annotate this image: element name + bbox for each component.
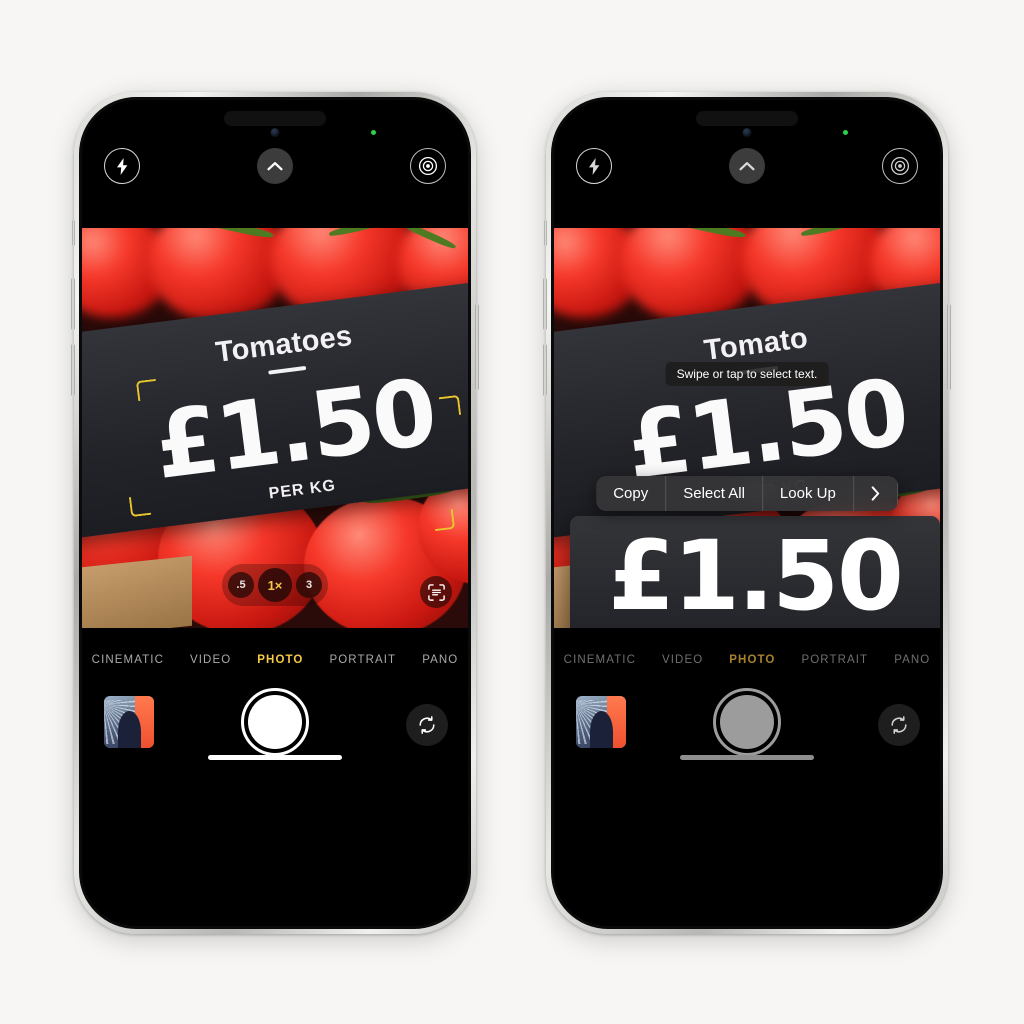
camera-in-use-indicator — [371, 130, 376, 135]
camera-flip-icon — [891, 716, 907, 734]
camera-viewfinder-left[interactable]: Tomatoes £1.50 PER KG .5 1× 3 — [82, 228, 468, 628]
camera-mode-selector-right[interactable]: CINEMATIC VIDEO PHOTO PORTRAIT PANO — [554, 645, 940, 675]
chevron-up-icon — [739, 162, 755, 171]
zoom-button-0_5[interactable]: .5 — [228, 572, 254, 598]
live-text-target-icon — [418, 156, 438, 176]
zoom-button-3x[interactable]: 3 — [296, 572, 322, 598]
screenshot-stage: Tomatoes £1.50 PER KG .5 1× 3 CINEMATIC … — [0, 0, 1024, 1024]
camera-top-bar — [554, 148, 940, 194]
live-text-scan-icon — [427, 583, 445, 601]
zoom-button-1x[interactable]: 1× — [258, 568, 292, 602]
mode-portrait[interactable]: PORTRAIT — [788, 654, 881, 666]
text-magnifier-loupe: £1.50 — [570, 516, 940, 628]
camera-top-bar — [82, 148, 468, 194]
camera-options-chevron-button[interactable] — [257, 148, 293, 184]
volume-down-button[interactable] — [71, 344, 75, 396]
photo-library-thumbnail[interactable] — [576, 696, 626, 748]
camera-flip-icon — [419, 716, 435, 734]
phone-screen-right: Tomato £1.50 PER KG Swipe or tap to sele… — [554, 100, 940, 926]
camera-viewfinder-right[interactable]: Tomato £1.50 PER KG Swipe or tap to sele… — [554, 228, 940, 628]
magnified-text: £1.50 — [608, 520, 904, 628]
flash-bolt-icon — [116, 157, 127, 175]
chevron-right-icon — [871, 486, 879, 501]
menu-item-look-up[interactable]: Look Up — [763, 476, 854, 511]
chevron-up-icon — [267, 162, 283, 171]
mode-cinematic[interactable]: CINEMATIC — [82, 654, 177, 666]
home-indicator[interactable] — [208, 755, 342, 760]
mode-cinematic[interactable]: CINEMATIC — [554, 654, 649, 666]
menu-item-select-all[interactable]: Select All — [666, 476, 763, 511]
camera-flip-button[interactable] — [406, 704, 448, 746]
flash-bolt-icon — [588, 157, 599, 175]
photo-library-thumbnail[interactable] — [104, 696, 154, 748]
text-selection-menu[interactable]: Copy Select All Look Up — [596, 476, 898, 511]
front-camera-icon — [742, 128, 752, 137]
flash-button[interactable] — [104, 148, 140, 184]
camera-mode-selector-left[interactable]: CINEMATIC VIDEO PHOTO PORTRAIT PANO — [82, 645, 468, 675]
volume-down-button[interactable] — [543, 344, 547, 396]
mode-photo[interactable]: PHOTO — [716, 654, 788, 666]
photographic-styles-button[interactable] — [882, 148, 918, 184]
sign-divider — [268, 365, 307, 375]
mode-video[interactable]: VIDEO — [649, 654, 716, 666]
phone-left: Tomatoes £1.50 PER KG .5 1× 3 CINEMATIC … — [71, 92, 479, 934]
dynamic-island — [224, 111, 326, 126]
mode-video[interactable]: VIDEO — [177, 654, 244, 666]
live-text-button-left[interactable] — [420, 576, 452, 608]
mode-portrait[interactable]: PORTRAIT — [316, 654, 409, 666]
front-camera-icon — [270, 128, 280, 137]
volume-up-button[interactable] — [543, 278, 547, 330]
camera-bottom-bar-right — [554, 682, 940, 774]
mode-pano[interactable]: PANO — [409, 654, 468, 666]
phone-screen-left: Tomatoes £1.50 PER KG .5 1× 3 CINEMATIC … — [82, 100, 468, 926]
select-text-tooltip: Swipe or tap to select text. — [665, 362, 829, 386]
menu-item-copy[interactable]: Copy — [596, 476, 667, 511]
phone-right: Tomato £1.50 PER KG Swipe or tap to sele… — [543, 92, 951, 934]
menu-item-more[interactable] — [854, 476, 898, 511]
dynamic-island — [696, 111, 798, 126]
camera-flip-button[interactable] — [878, 704, 920, 746]
phone-bezel: Tomatoes £1.50 PER KG .5 1× 3 CINEMATIC … — [79, 97, 471, 929]
photographic-styles-button[interactable] — [410, 148, 446, 184]
silent-switch-button[interactable] — [544, 220, 547, 246]
shutter-button[interactable] — [713, 688, 781, 756]
shutter-button[interactable] — [241, 688, 309, 756]
power-button[interactable] — [475, 304, 479, 390]
home-indicator[interactable] — [680, 755, 814, 760]
mode-pano[interactable]: PANO — [881, 654, 940, 666]
power-button[interactable] — [947, 304, 951, 390]
mode-photo[interactable]: PHOTO — [244, 654, 316, 666]
flash-button[interactable] — [576, 148, 612, 184]
camera-options-chevron-button[interactable] — [729, 148, 765, 184]
phone-bezel: Tomato £1.50 PER KG Swipe or tap to sele… — [551, 97, 943, 929]
live-text-target-icon — [890, 156, 910, 176]
volume-up-button[interactable] — [71, 278, 75, 330]
camera-in-use-indicator — [843, 130, 848, 135]
camera-bottom-bar-left — [82, 682, 468, 774]
zoom-control-group[interactable]: .5 1× 3 — [222, 564, 328, 606]
silent-switch-button[interactable] — [72, 220, 75, 246]
